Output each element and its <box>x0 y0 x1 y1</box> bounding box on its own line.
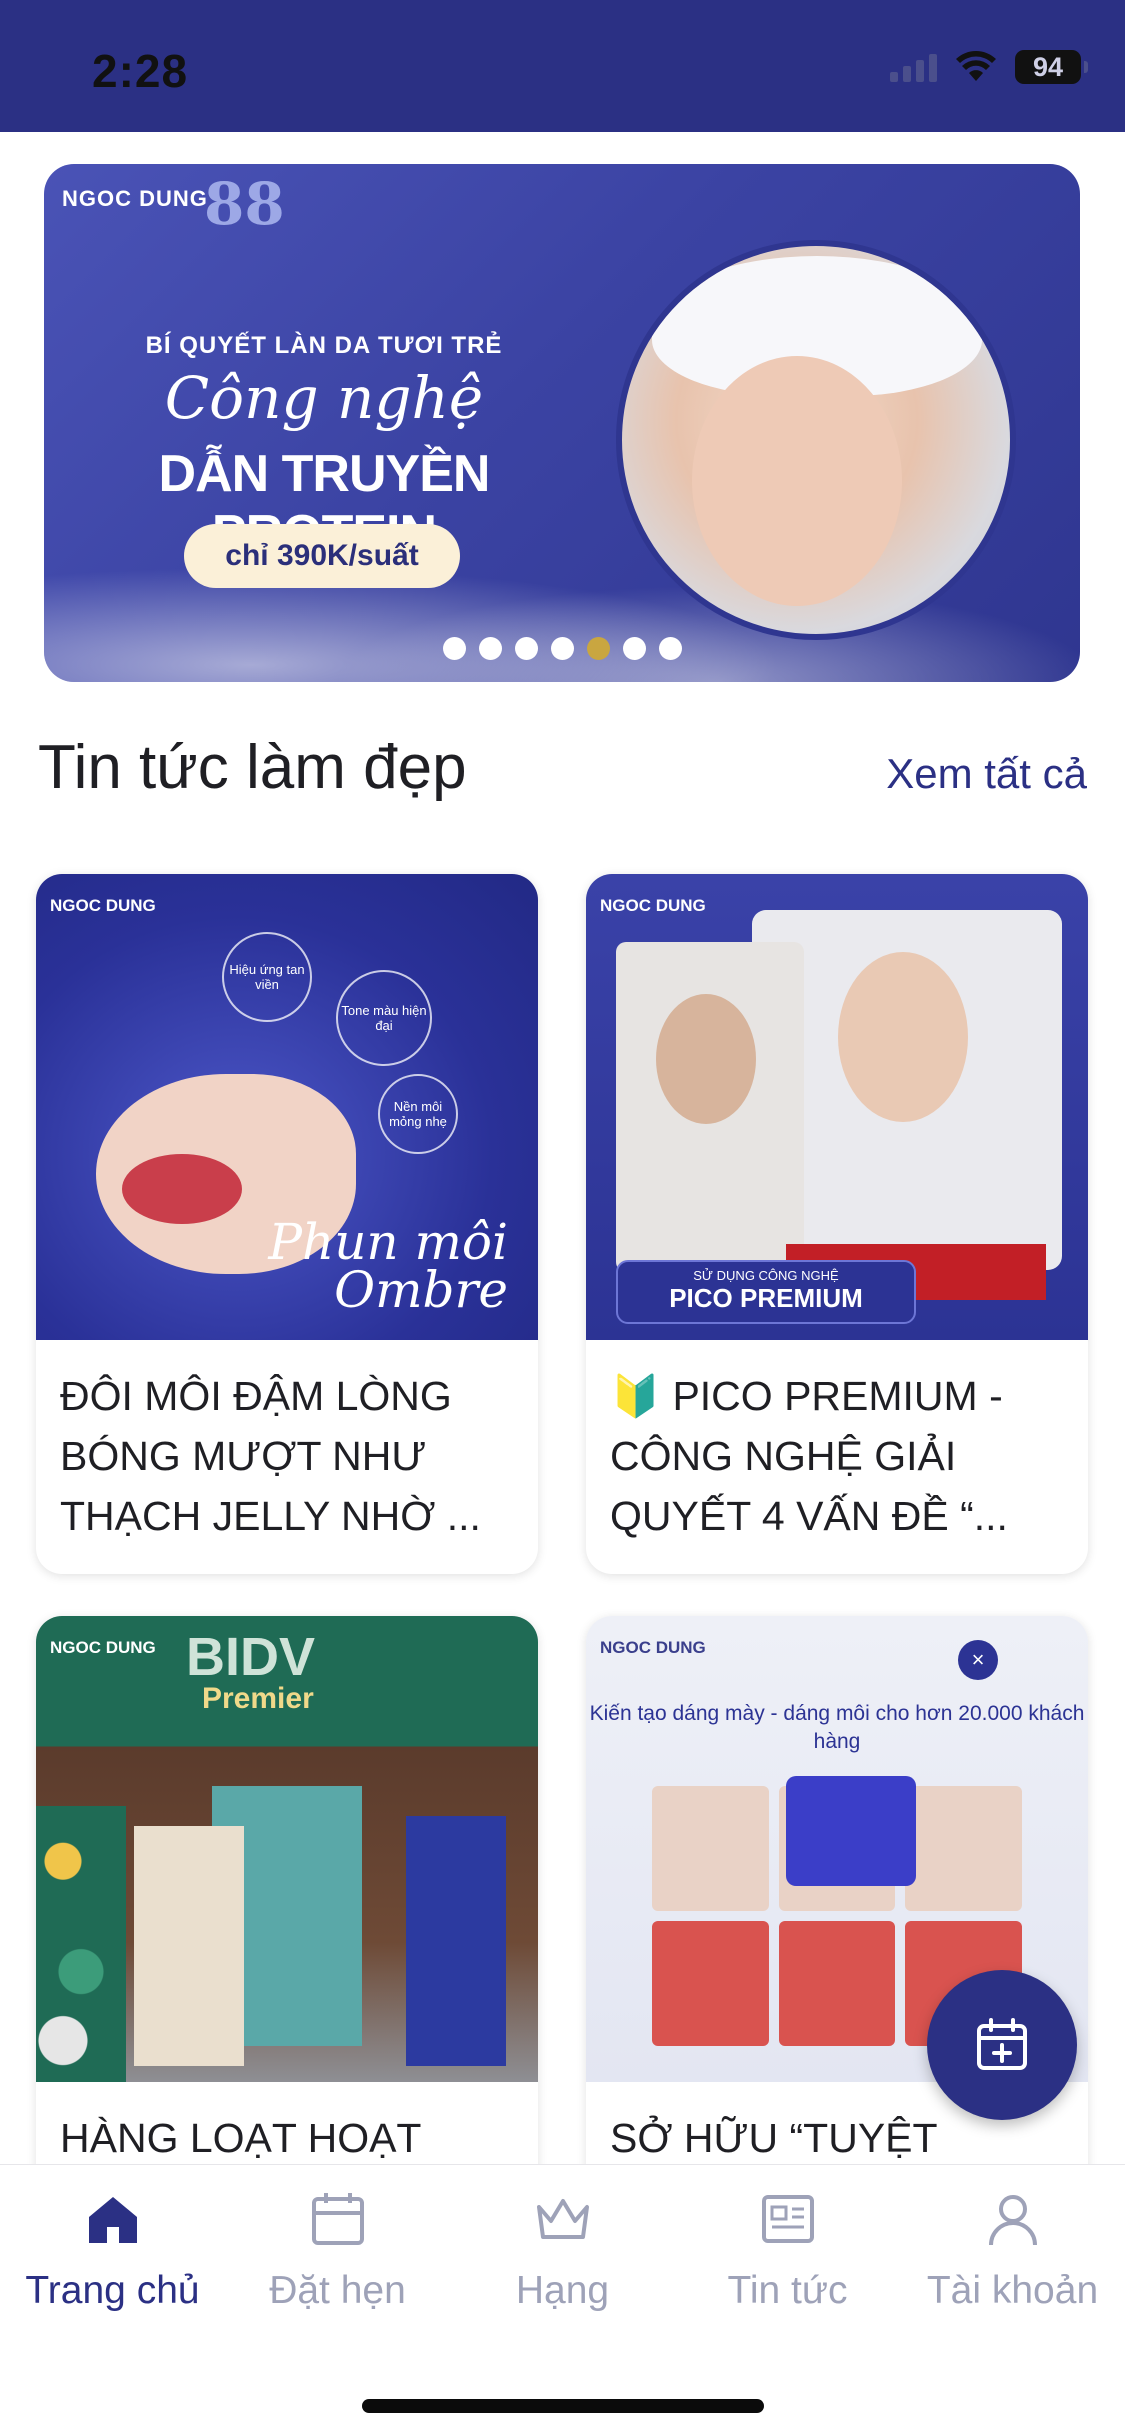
crown-icon <box>536 2199 589 2239</box>
banner-photo <box>616 240 1016 640</box>
news-card-title: 🔰 PICO PREMIUM - CÔNG NGHỆ GIẢI QUYẾT 4 … <box>610 1373 1008 1539</box>
gift-box-icon <box>786 1776 916 1886</box>
after-face <box>838 952 968 1122</box>
status-bar: 2:28 94 <box>0 0 1125 132</box>
battery-icon: 94 <box>1015 50 1088 84</box>
book-appointment-fab[interactable] <box>927 1970 1077 2120</box>
see-all-link[interactable]: Xem tất cả <box>886 750 1087 798</box>
carousel-dot[interactable] <box>478 637 502 660</box>
tab-home[interactable]: Trang chủ <box>0 2187 225 2313</box>
news-card-image: NGOC DUNG Hiệu ứng tan viền Tone màu hiệ… <box>36 874 538 1340</box>
bottom-tab-bar: Trang chủ Đặt hẹn Hạng Tin tức Tài khoản <box>0 2164 1125 2436</box>
brand-logo: NGOC DUNG <box>600 1638 706 1657</box>
status-icons: 94 <box>890 50 1088 84</box>
news-card-image: NGOC DUNG SỬ DỤNG CÔNG NGHỆ PICO PREMIUM <box>586 874 1088 1340</box>
close-icon: × <box>958 1640 998 1680</box>
carousel-dot-active[interactable] <box>586 637 610 660</box>
status-time: 2:28 <box>92 45 189 97</box>
tab-label: Tin tức <box>727 2269 848 2312</box>
rollup-banner <box>134 1826 244 2066</box>
tab-account[interactable]: Tài khoản <box>900 2187 1125 2313</box>
rollup-banner <box>406 1816 506 2066</box>
bidv-sign: BIDV <box>186 1627 316 1687</box>
feature-bubble: Hiệu ứng tan viền <box>222 932 312 1022</box>
script-caption-line: Ombre <box>334 1261 508 1319</box>
wifi-icon <box>956 51 996 81</box>
lips-shape <box>122 1154 242 1224</box>
bidv-sign-sub: Premier <box>202 1682 314 1715</box>
script-caption-line: Phun môi <box>268 1213 508 1271</box>
balloon-decoration <box>36 1806 126 2082</box>
feature-bubble: Nền môi mỏng nhẹ <box>378 1074 458 1154</box>
news-card[interactable]: NGOC DUNG BIDV Premier HÀNG LOẠT HOẠT <box>36 1616 538 2216</box>
lip-photo <box>652 1921 769 2046</box>
news-card[interactable]: NGOC DUNG SỬ DỤNG CÔNG NGHỆ PICO PREMIUM… <box>586 874 1088 1574</box>
tab-booking[interactable]: Đặt hẹn <box>225 2187 450 2313</box>
technology-tag-caption: SỬ DỤNG CÔNG NGHỆ <box>693 1268 839 1283</box>
banner-tagline: BÍ QUYẾT LÀN DA TƯƠI TRẺ <box>145 332 503 359</box>
tab-label: Tài khoản <box>926 2269 1099 2312</box>
banner-photo-face <box>692 356 902 606</box>
banner-brand-logo: NGOC DUNG <box>62 186 208 211</box>
tab-label: Đặt hẹn <box>269 2269 406 2312</box>
user-icon <box>988 2195 1037 2246</box>
banner-price-pill: chỉ 390K/suất <box>184 524 460 588</box>
cellular-signal-icon <box>890 52 937 82</box>
brand-logo: NGOC DUNG <box>50 896 156 915</box>
tab-news[interactable]: Tin tức <box>675 2187 900 2313</box>
carousel-dot[interactable] <box>658 637 682 660</box>
carousel-dot[interactable] <box>622 637 646 660</box>
home-indicator <box>362 2399 764 2413</box>
brow-photo <box>905 1786 1022 1911</box>
news-icon <box>761 2195 814 2243</box>
before-face <box>656 994 756 1124</box>
calendar-add-icon <box>977 2018 1027 2070</box>
news-card[interactable]: NGOC DUNG Hiệu ứng tan viền Tone màu hiệ… <box>36 874 538 1574</box>
home-icon <box>88 2197 137 2243</box>
brand-logo: NGOC DUNG <box>50 1638 156 1657</box>
news-card-title: ĐÔI MÔI ĐẬM LÒNG BÓNG MƯỢT NHƯ THẠCH JEL… <box>60 1373 481 1539</box>
tab-rank[interactable]: Hạng <box>450 2187 675 2313</box>
news-section-title: Tin tức làm đẹp <box>38 733 467 802</box>
script-caption: Phun môi Ombre <box>268 1213 508 1319</box>
lip-photo <box>778 1921 896 2046</box>
tab-label: Hạng <box>515 2269 610 2312</box>
technology-tag: SỬ DỤNG CÔNG NGHỆ PICO PREMIUM <box>616 1260 916 1324</box>
carousel-dot[interactable] <box>550 637 574 660</box>
tab-label: Trang chủ <box>25 2269 200 2312</box>
carousel-dot[interactable] <box>442 637 466 660</box>
carousel-dot[interactable] <box>514 637 538 660</box>
home-content: NGOC DUNG 88 BÍ QUYẾT LÀN DA TƯƠI TRẺ Cô… <box>0 132 1125 2216</box>
news-card-image: NGOC DUNG BIDV Premier <box>36 1616 538 2082</box>
news-card[interactable]: NGOC DUNG × Kiến tạo dáng mày - dáng môi… <box>586 1616 1088 2216</box>
brow-photo <box>652 1786 769 1911</box>
banner-script-text: Công nghệ <box>164 364 484 432</box>
carousel-pagination <box>44 637 1080 660</box>
calendar-icon <box>311 2193 364 2245</box>
feature-bubble: Tone màu hiện đại <box>336 970 432 1066</box>
voucher-headline: Kiến tạo dáng mày - dáng môi cho hơn 20.… <box>589 1702 1085 1753</box>
brand-logo: NGOC DUNG <box>600 896 706 915</box>
technology-tag-name: PICO PREMIUM <box>669 1283 863 1313</box>
banner-badge: 88 <box>204 170 285 238</box>
promo-banner[interactable]: NGOC DUNG 88 BÍ QUYẾT LÀN DA TƯƠI TRẺ Cô… <box>44 164 1080 682</box>
